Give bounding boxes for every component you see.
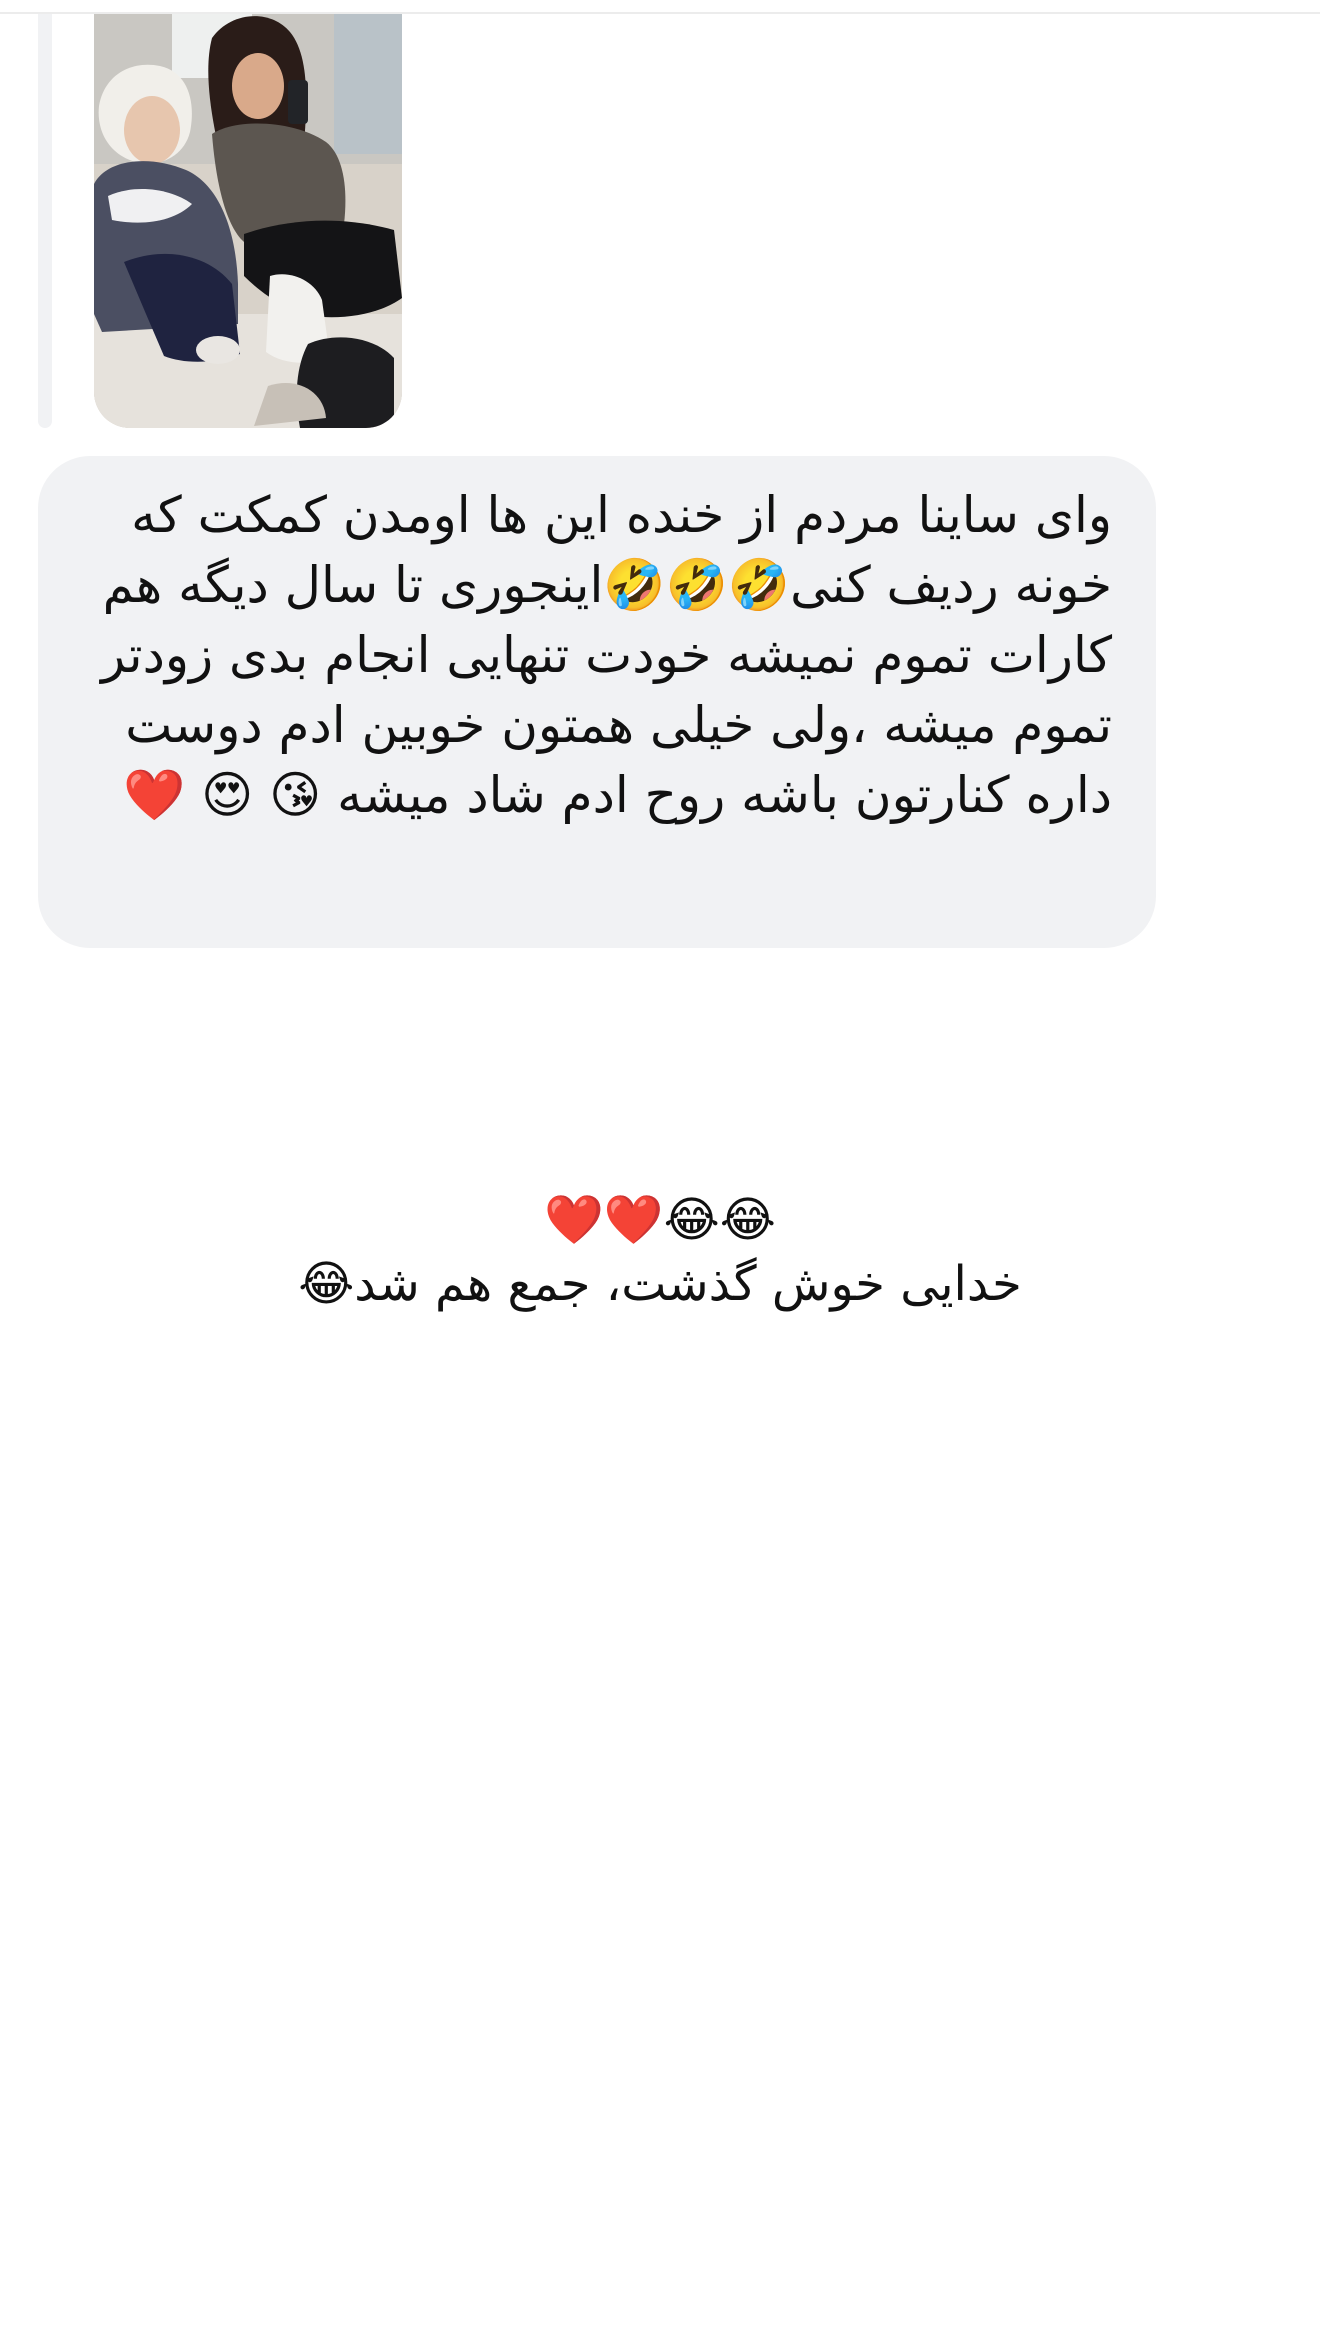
caption-line-text: خدایی خوش گذشت، جمع هم شد😂 (298, 1256, 1022, 1312)
post-caption: 😂😂❤️❤️ خدایی خوش گذشت، جمع هم شد😂 (160, 1188, 1160, 1316)
photo-image (94, 14, 402, 428)
shared-photo[interactable] (94, 14, 402, 428)
reply-bar (38, 14, 52, 428)
message-bubble[interactable]: وای ساینا مردم از خنده این ها اومدن کمکت… (38, 456, 1156, 948)
message-text: وای ساینا مردم از خنده این ها اومدن کمکت… (101, 486, 1112, 824)
caption-line-emoji: 😂😂❤️❤️ (544, 1192, 776, 1248)
